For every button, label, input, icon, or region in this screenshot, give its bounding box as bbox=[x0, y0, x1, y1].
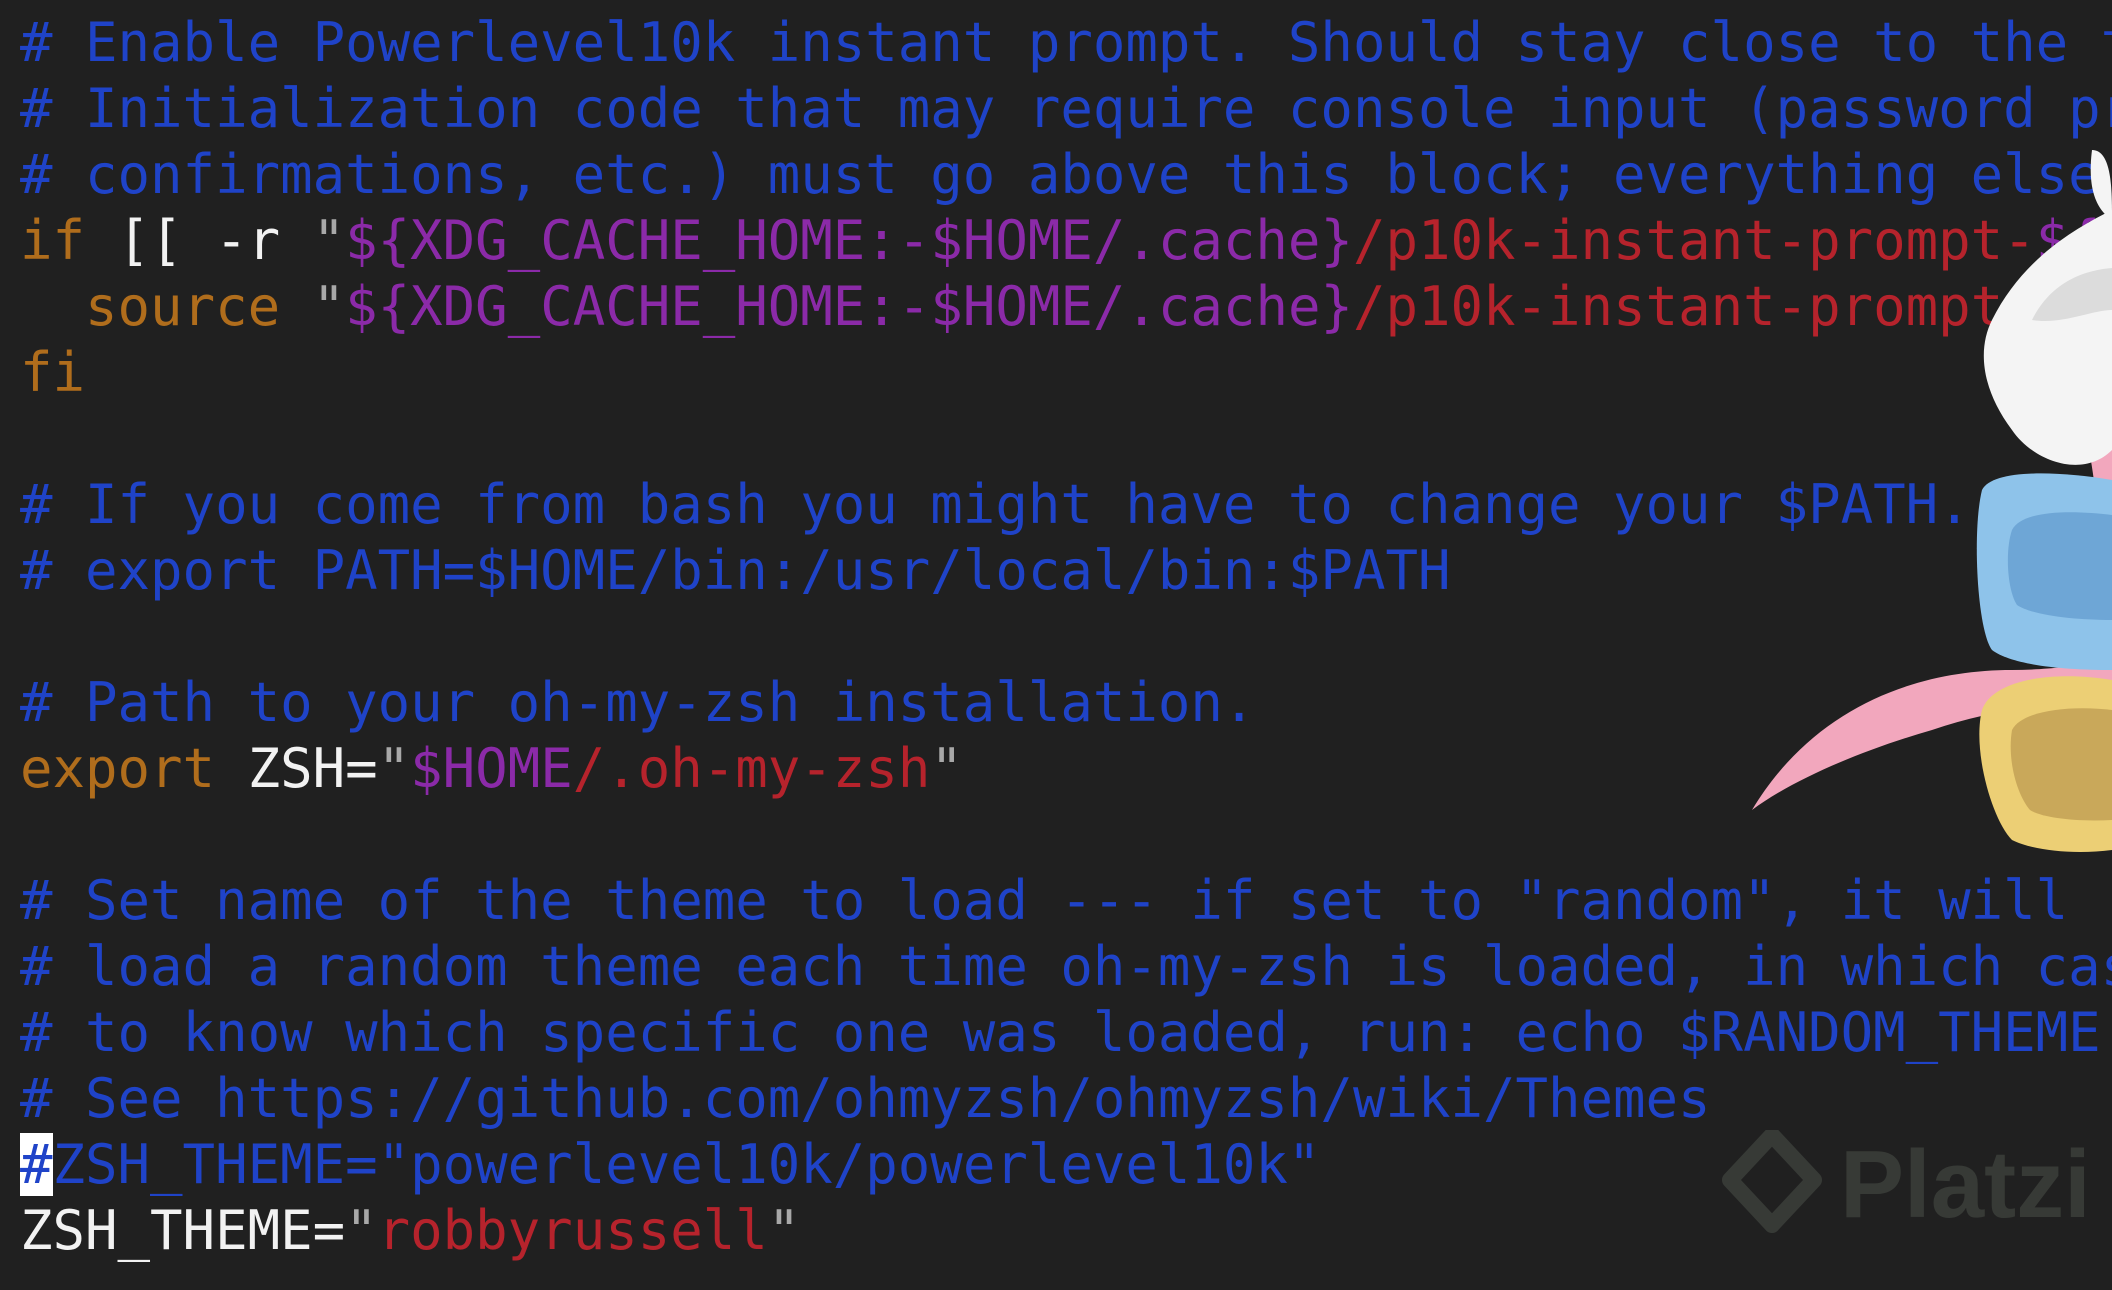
code-token-comment: # Enable Powerlevel10k instant prompt. S… bbox=[20, 11, 2112, 74]
code-token-quote: " bbox=[377, 737, 411, 800]
code-token-comment: # If you come from bash you might have t… bbox=[20, 473, 1971, 536]
platzi-watermark: Platzi bbox=[1722, 1120, 2102, 1250]
code-line[interactable]: # Initialization code that may require c… bbox=[20, 76, 2112, 142]
code-token-var: $HOME bbox=[410, 737, 573, 800]
watermark-label: Platzi bbox=[1840, 1131, 2091, 1238]
code-token-keyword: fi bbox=[20, 341, 86, 404]
mascot-illustration bbox=[1752, 150, 2112, 852]
code-line[interactable]: # Enable Powerlevel10k instant prompt. S… bbox=[20, 10, 2112, 76]
code-token-keyword: if bbox=[20, 209, 86, 272]
code-token-comment: # Initialization code that may require c… bbox=[20, 77, 2112, 140]
code-token-quote: " bbox=[312, 275, 346, 338]
code-token-plain: ZSH= bbox=[215, 737, 378, 800]
code-token-keyword: export bbox=[20, 737, 216, 800]
code-token-var: ${XDG_CACHE_HOME:-$HOME/.cache} bbox=[345, 275, 1353, 338]
code-token-comment: # Set name of the theme to load --- if s… bbox=[20, 869, 2069, 932]
code-token-comment: # to know which specific one was loaded,… bbox=[20, 1001, 2101, 1064]
code-line[interactable]: # load a random theme each time oh-my-zs… bbox=[20, 934, 2112, 1000]
code-token-comment: # Path to your oh-my-zsh installation. bbox=[20, 671, 1256, 734]
terminal-window[interactable]: # Enable Powerlevel10k instant prompt. S… bbox=[0, 0, 2112, 1290]
code-token-comment: # load a random theme each time oh-my-zs… bbox=[20, 935, 2112, 998]
code-token-var: ${XDG_CACHE_HOME:-$HOME/.cache} bbox=[345, 209, 1353, 272]
code-token-str: /.oh-my-zsh bbox=[572, 737, 931, 800]
code-token-quote: " bbox=[767, 1199, 801, 1262]
code-token-str: robbyrussell bbox=[377, 1199, 768, 1262]
code-token-quote: " bbox=[312, 209, 346, 272]
platzi-logo-icon bbox=[1722, 1130, 1822, 1233]
code-token-quote: " bbox=[345, 1199, 378, 1262]
code-token-keyword: source bbox=[85, 275, 281, 338]
code-token-plain: [[ -r bbox=[85, 209, 313, 272]
code-token-plain: ZSH_THEME= bbox=[20, 1199, 346, 1262]
code-line[interactable]: # to know which specific one was loaded,… bbox=[20, 1000, 2112, 1066]
code-token-comment: # See https://github.com/ohmyzsh/ohmyzsh… bbox=[20, 1067, 1711, 1130]
code-token-quote: " bbox=[930, 737, 963, 800]
text-cursor: # bbox=[20, 1133, 53, 1196]
code-line[interactable]: # Set name of the theme to load --- if s… bbox=[20, 868, 2112, 934]
code-token-comment: # export PATH=$HOME/bin:/usr/local/bin:$… bbox=[20, 539, 1451, 602]
code-token-comment: ZSH_THEME="powerlevel10k/powerlevel10k" bbox=[52, 1133, 1321, 1196]
